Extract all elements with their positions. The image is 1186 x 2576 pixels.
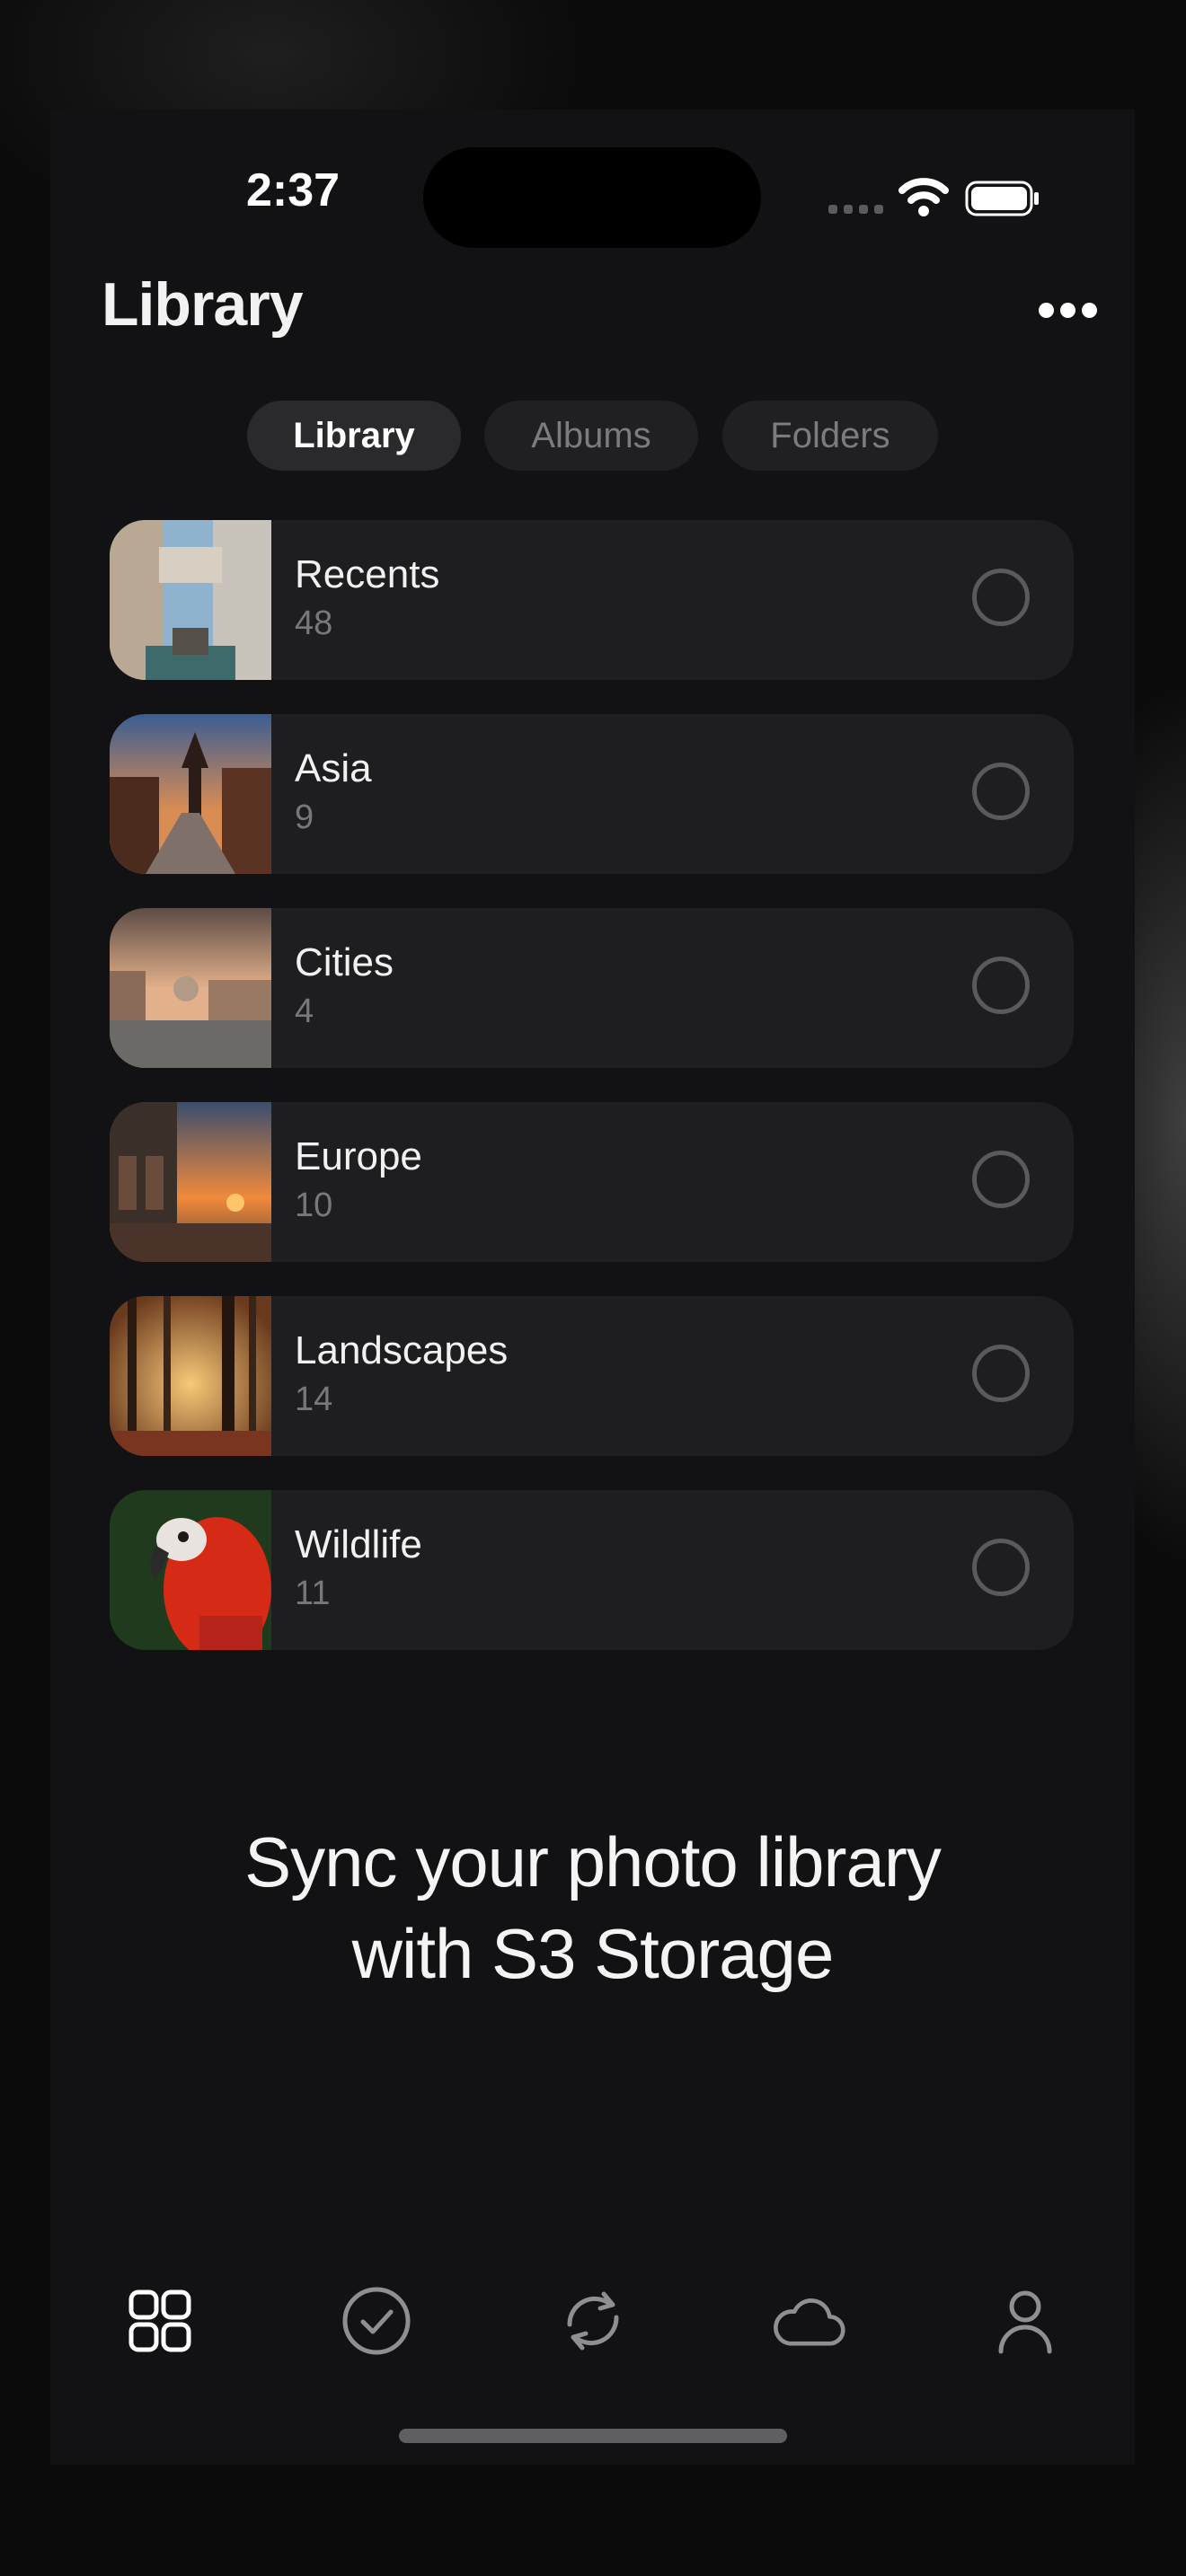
cloud-icon (774, 2298, 845, 2346)
battery-icon (965, 181, 1039, 216)
segment-library[interactable]: Library (247, 401, 461, 471)
segment-albums[interactable]: Albums (484, 401, 698, 471)
album-row-landscapes[interactable]: Landscapes 14 (110, 1296, 1074, 1456)
tab-selected[interactable] (339, 2283, 414, 2359)
promo-line-1: Sync your photo library (244, 1822, 942, 1901)
select-circle[interactable] (972, 1539, 1030, 1596)
tab-library[interactable] (122, 2283, 198, 2359)
more-options-button[interactable] (1039, 298, 1102, 322)
album-count: 4 (295, 992, 314, 1030)
cellular-signal-icon (828, 205, 883, 214)
select-circle[interactable] (972, 569, 1030, 626)
album-count: 14 (295, 1381, 333, 1418)
tab-profile[interactable] (987, 2283, 1063, 2359)
album-name: Wildlife (295, 1522, 422, 1566)
album-count: 10 (295, 1187, 333, 1224)
segmented-control: Library Albums Folders (50, 401, 1135, 471)
segment-folders[interactable]: Folders (722, 401, 938, 471)
album-row-recents[interactable]: Recents 48 (110, 520, 1074, 680)
album-count: 11 (295, 1575, 331, 1612)
album-row-wildlife[interactable]: Wildlife 11 (110, 1490, 1074, 1650)
page-title: Library (102, 270, 304, 339)
tab-sync[interactable] (555, 2283, 631, 2359)
album-name: Asia (295, 746, 372, 790)
sync-promo-text: Sync your photo library with S3 Storage (50, 1816, 1135, 1999)
select-circle[interactable] (972, 1345, 1030, 1402)
album-count: 48 (295, 604, 333, 642)
grid-icon (128, 2289, 191, 2352)
album-row-asia[interactable]: Asia 9 (110, 714, 1074, 874)
select-circle[interactable] (972, 763, 1030, 820)
app-screen: 2:37 Library Library Albums Folders Rece… (50, 110, 1135, 2465)
select-circle[interactable] (972, 1151, 1030, 1208)
album-name: Europe (295, 1134, 422, 1178)
album-row-cities[interactable]: Cities 4 (110, 908, 1074, 1068)
forest-sun-icon (110, 1296, 271, 1456)
venice-canal-icon (110, 908, 271, 1068)
pagoda-street-icon (110, 714, 271, 874)
parrot-icon (110, 1490, 271, 1650)
album-row-europe[interactable]: Europe 10 (110, 1102, 1074, 1262)
person-icon (998, 2290, 1052, 2354)
album-count: 9 (295, 798, 314, 836)
wifi-icon (898, 178, 949, 216)
album-name: Recents (295, 552, 440, 596)
tab-cloud[interactable] (771, 2283, 846, 2359)
ellipsis-icon (1039, 302, 1054, 318)
promo-line-2: with S3 Storage (351, 1914, 835, 1993)
status-time: 2:37 (245, 164, 341, 216)
venice-bridge-icon (110, 520, 271, 680)
dynamic-island (423, 147, 761, 248)
home-indicator (399, 2429, 787, 2443)
sync-icon (567, 2291, 619, 2351)
select-circle[interactable] (972, 957, 1030, 1014)
checkmark-circle-icon (342, 2287, 411, 2355)
sunset-plaza-icon (110, 1102, 271, 1262)
album-name: Landscapes (295, 1328, 509, 1372)
album-name: Cities (295, 940, 394, 984)
